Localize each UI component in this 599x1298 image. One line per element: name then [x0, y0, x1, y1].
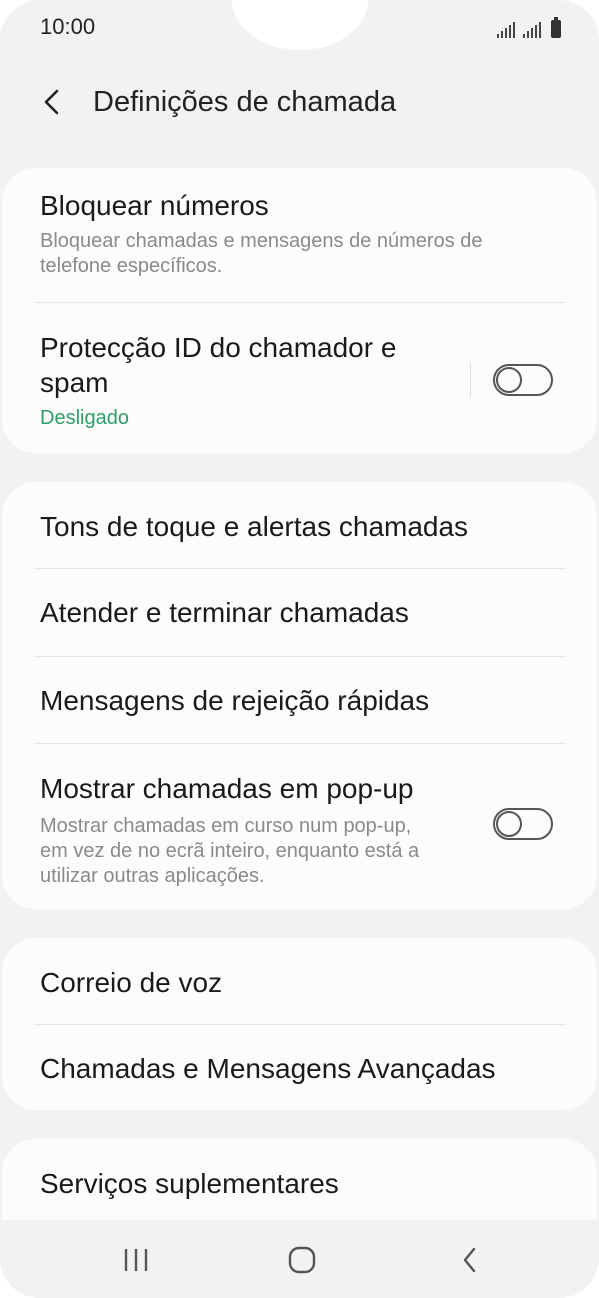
- back-nav-button[interactable]: [448, 1238, 492, 1282]
- block-numbers-item[interactable]: Bloquear números Bloquear chamadas e men…: [2, 168, 597, 302]
- toggle-knob: [496, 367, 522, 393]
- voicemail-item[interactable]: Correio de voz: [2, 938, 597, 1024]
- popup-subtitle-3: utilizar outras aplicações.: [40, 865, 265, 887]
- card-voicemail: Correio de voz Chamadas e Mensagens Avan…: [2, 938, 597, 1110]
- block-numbers-subtitle-1: Bloquear chamadas e mensagens de números…: [40, 230, 483, 252]
- caller-id-title-1: Protecção ID do chamador e: [40, 332, 397, 363]
- vertical-divider: [470, 362, 471, 398]
- status-icons: [497, 16, 561, 38]
- popup-subtitle-2: em vez de no ecrã inteiro, enquanto está…: [40, 840, 420, 862]
- signal-icon: [497, 22, 515, 38]
- supplementary-services-title: Serviços suplementares: [40, 1168, 339, 1199]
- recent-apps-button[interactable]: [114, 1238, 158, 1282]
- quick-decline-title: Mensagens de rejeição rápidas: [40, 685, 430, 716]
- page-title: Definições de chamada: [93, 86, 397, 118]
- ringtones-title: Tons de toque e alertas chamadas: [40, 511, 469, 542]
- popup-toggle[interactable]: [493, 808, 553, 840]
- battery-icon: [551, 17, 561, 38]
- navigation-bar: [0, 1220, 599, 1298]
- popup-title: Mostrar chamadas em pop-up: [40, 773, 414, 804]
- chevron-left-icon: [44, 89, 59, 115]
- home-button[interactable]: [280, 1238, 324, 1282]
- caller-id-title-2: spam: [40, 367, 109, 398]
- block-numbers-subtitle-2: telefone específicos.: [40, 255, 223, 277]
- phone-screen: 10:00 Definições de chamada Bloquear núm…: [0, 0, 599, 1298]
- back-icon: [463, 1247, 476, 1273]
- status-bar: 10:00: [0, 0, 599, 56]
- card-blocking: Bloquear números Bloquear chamadas e men…: [2, 168, 597, 453]
- answer-end-title: Atender e terminar chamadas: [40, 597, 409, 628]
- block-numbers-title: Bloquear números: [40, 190, 269, 221]
- caller-id-toggle[interactable]: [493, 364, 553, 396]
- toggle-knob: [496, 811, 522, 837]
- popup-calls-item[interactable]: Mostrar chamadas em pop-up Mostrar chama…: [2, 744, 597, 909]
- advanced-messaging-title: Chamadas e Mensagens Avançadas: [40, 1053, 496, 1084]
- quick-decline-item[interactable]: Mensagens de rejeição rápidas: [2, 657, 597, 743]
- card-call-options: Tons de toque e alertas chamadas Atender…: [2, 482, 597, 909]
- caller-id-spam-item[interactable]: Protecção ID do chamador e spam Desligad…: [2, 303, 597, 453]
- status-time: 10:00: [40, 14, 96, 39]
- ringtones-item[interactable]: Tons de toque e alertas chamadas: [2, 482, 597, 568]
- advanced-messaging-item[interactable]: Chamadas e Mensagens Avançadas: [2, 1025, 597, 1110]
- supplementary-services-item[interactable]: Serviços suplementares: [2, 1139, 597, 1219]
- recent-apps-icon: [124, 1249, 148, 1271]
- caller-id-status: Desligado: [40, 407, 129, 429]
- voicemail-title: Correio de voz: [40, 967, 223, 998]
- answer-end-item[interactable]: Atender e terminar chamadas: [2, 569, 597, 656]
- back-button[interactable]: [30, 80, 74, 124]
- home-icon: [288, 1246, 316, 1274]
- signal-icon-2: [523, 22, 541, 38]
- popup-subtitle-1: Mostrar chamadas em curso num pop-up,: [40, 815, 412, 837]
- app-header: Definições de chamada: [0, 70, 599, 134]
